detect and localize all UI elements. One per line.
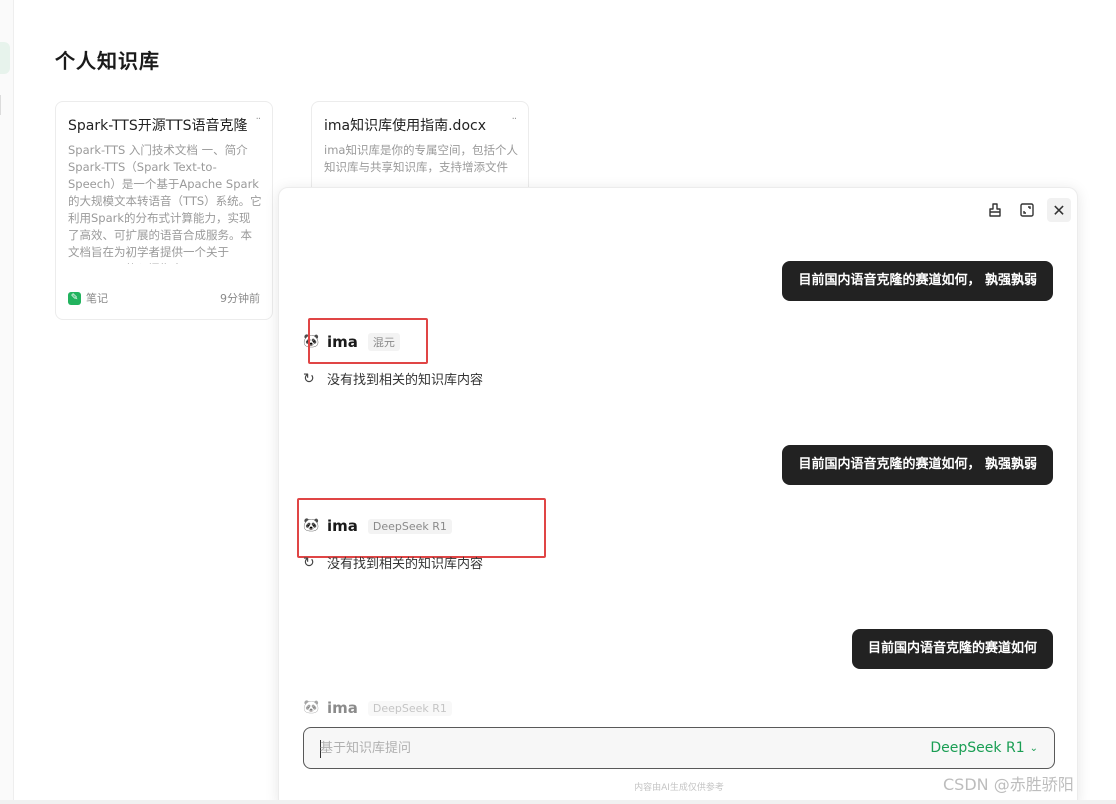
bot-message: ↻ 没有找到相关的知识库内容 [303,553,484,573]
refresh-icon: ↻ [303,370,315,387]
model-selector[interactable]: DeepSeek R1 ⌄ [930,728,1038,768]
note-icon: ✎ [68,291,81,305]
more-icon[interactable]: ·· [256,114,261,125]
left-rail [0,0,14,804]
user-message: 目前国内语音克隆的赛道如何， 孰强孰弱 [782,445,1053,485]
expand-icon[interactable] [1015,198,1039,222]
rail-active-item[interactable] [0,42,10,74]
knowledge-card[interactable]: ima知识库使用指南.docx ·· ima知识库是你的专属空间，包括个人知识库… [311,101,529,201]
clean-icon[interactable] [983,198,1007,222]
more-icon[interactable]: ·· [512,114,517,125]
rail-divider [0,95,4,115]
card-type: 笔记 [86,292,108,305]
card-excerpt: ima知识库是你的专属空间，包括个人知识库与共享知识库，支持增添文件 [324,143,518,174]
card-time: 9分钟前 [220,292,260,305]
model-tag: DeepSeek R1 [367,700,452,716]
bottom-divider [0,800,1116,804]
card-excerpt: Spark-TTS 入门技术文档 一、简介 Spark-TTS（Spark Te… [68,143,262,264]
watermark: CSDN @赤胜骄阳 [943,775,1074,794]
bot-message: ↻ 没有找到相关的知识库内容 [303,369,484,389]
refresh-icon: ↻ [303,554,315,571]
page-title: 个人知识库 [55,49,160,73]
user-message: 目前国内语音克隆的赛道如何 [851,629,1053,669]
card-title: ima知识库使用指南.docx [324,118,486,134]
model-selector-label: DeepSeek R1 [930,740,1025,756]
bot-header: 🐼 ima DeepSeek R1 [303,699,452,717]
question-input[interactable] [320,728,880,768]
highlight-box [297,498,546,558]
card-title: Spark-TTS开源TTS语音克隆 [68,118,248,134]
chat-panel: ✕ 目前国内语音克隆的赛道如何， 孰强孰弱 🐼 ima 混元 ↻ 没有找到相关的… [278,187,1078,804]
bot-message-text: 没有找到相关的知识库内容 [327,373,484,388]
knowledge-card[interactable]: Spark-TTS开源TTS语音克隆 ·· Spark-TTS 入门技术文档 一… [55,101,273,320]
card-footer: ✎ 笔记 9分钟前 [68,290,260,306]
highlight-box [308,318,428,364]
bot-name: ima [327,699,358,717]
panda-avatar-icon: 🐼 [303,700,320,715]
bot-message-text: 没有找到相关的知识库内容 [327,557,484,572]
user-message: 目前国内语音克隆的赛道如何， 孰强孰弱 [782,261,1053,301]
question-input-box[interactable]: DeepSeek R1 ⌄ [303,727,1055,769]
close-icon[interactable]: ✕ [1047,198,1071,222]
chevron-down-icon: ⌄ [1029,742,1038,754]
